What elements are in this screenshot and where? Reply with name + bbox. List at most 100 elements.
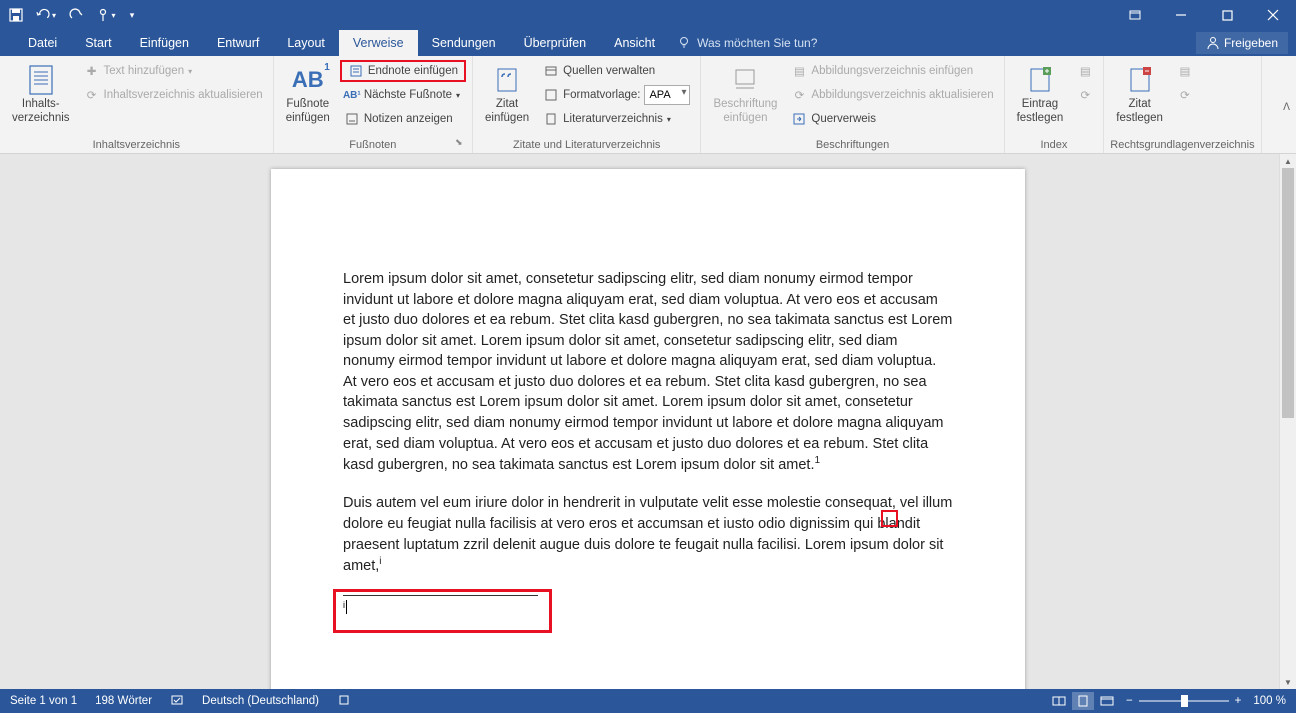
add-text-icon: ✚ [84, 63, 100, 79]
titlebar: ▾ ▾ ▾ [0, 0, 1296, 30]
insert-caption-label: Beschriftung einfügen [713, 98, 777, 126]
show-notes-button[interactable]: Notizen anzeigen [340, 108, 466, 130]
qat-customize-button[interactable]: ▾ [126, 5, 138, 25]
ribbon-display-button[interactable] [1112, 0, 1158, 30]
toc-icon [25, 64, 57, 96]
word-count[interactable]: 198 Wörter [95, 695, 152, 707]
tell-me-search[interactable]: Was möchten Sie tun? [677, 30, 817, 56]
paragraph-1[interactable]: Lorem ipsum dolor sit amet, consetetur s… [343, 269, 953, 475]
tab-sendungen[interactable]: Sendungen [418, 30, 510, 56]
tab-layout[interactable]: Layout [273, 30, 339, 56]
zoom-out-button[interactable]: − [1126, 695, 1133, 707]
highlight-endnote-ref [881, 510, 898, 527]
citation-style-select[interactable]: APA [644, 85, 690, 105]
crossref-button[interactable]: Querverweis [787, 108, 997, 130]
insert-tof-button[interactable]: ▤Abbildungsverzeichnis einfügen [787, 60, 997, 82]
share-label: Freigeben [1224, 36, 1278, 50]
insert-endnote-button[interactable]: Endnote einfügen [340, 60, 466, 82]
insert-citation-label: Zitat einfügen [485, 98, 529, 126]
add-text-button[interactable]: ✚Text hinzufügen ▾ [80, 60, 267, 82]
menubar: Datei Start Einfügen Entwurf Layout Verw… [0, 30, 1296, 56]
macro-button[interactable] [337, 693, 351, 710]
tab-einfuegen[interactable]: Einfügen [126, 30, 203, 56]
tab-start[interactable]: Start [71, 30, 125, 56]
citation-style-row: Formatvorlage: APA [539, 84, 694, 106]
redo-button[interactable] [66, 5, 86, 25]
quick-access-toolbar: ▾ ▾ ▾ [6, 5, 138, 25]
tab-entwurf[interactable]: Entwurf [203, 30, 273, 56]
group-toa-label: Rechtsgrundlagenverzeichnis [1110, 137, 1254, 153]
read-mode-button[interactable] [1048, 692, 1070, 710]
group-captions-label: Beschriftungen [707, 137, 997, 153]
undo-button[interactable]: ▾ [36, 5, 56, 25]
group-toc: Inhalts- verzeichnis ✚Text hinzufügen ▾ … [0, 56, 274, 153]
zoom-in-button[interactable]: + [1235, 695, 1242, 707]
toc-button[interactable]: Inhalts- verzeichnis [6, 60, 76, 130]
page-indicator[interactable]: Seite 1 von 1 [10, 695, 77, 707]
bibliography-button[interactable]: Literaturverzeichnis ▾ [539, 108, 694, 130]
manage-sources-button[interactable]: Quellen verwalten [539, 60, 694, 82]
zoom-level[interactable]: 100 % [1253, 695, 1286, 707]
update-toc-button[interactable]: ⟳Inhaltsverzeichnis aktualisieren [80, 84, 267, 106]
group-footnotes-label: Fußnoten [280, 137, 466, 153]
tab-ansicht[interactable]: Ansicht [600, 30, 669, 56]
language-indicator[interactable]: Deutsch (Deutschland) [202, 695, 319, 707]
proofing-button[interactable] [170, 693, 184, 710]
share-button[interactable]: Freigeben [1196, 32, 1288, 54]
minimize-button[interactable] [1158, 0, 1204, 30]
footnote-icon: AB1 [292, 64, 324, 96]
group-footnotes: AB1 Fußnote einfügen Endnote einfügen AB… [274, 56, 473, 153]
zoom-controls: − + 100 % [1126, 695, 1286, 707]
insert-footnote-button[interactable]: AB1 Fußnote einfügen [280, 60, 336, 130]
collapse-ribbon-button[interactable]: ᐱ [1283, 102, 1290, 113]
caption-icon [729, 64, 761, 96]
endnote-ref-i[interactable]: i [379, 556, 381, 567]
group-captions: Beschriftung einfügen ▤Abbildungsverzeic… [701, 56, 1004, 153]
close-button[interactable] [1250, 0, 1296, 30]
paragraph-2[interactable]: Duis autem vel eum iriure dolor in hendr… [343, 493, 953, 576]
print-layout-button[interactable] [1072, 692, 1094, 710]
maximize-button[interactable] [1204, 0, 1250, 30]
vertical-scrollbar[interactable]: ▲ ▼ [1279, 154, 1296, 689]
update-tof-icon: ⟳ [791, 87, 807, 103]
scroll-down-button[interactable]: ▼ [1280, 675, 1296, 689]
save-button[interactable] [6, 5, 26, 25]
insert-caption-button[interactable]: Beschriftung einfügen [707, 60, 783, 130]
update-index-button[interactable]: ⟳ [1073, 84, 1097, 106]
insert-toa-button[interactable]: ▤ [1173, 60, 1197, 82]
tab-verweise[interactable]: Verweise [339, 30, 418, 56]
web-layout-button[interactable] [1096, 692, 1118, 710]
toa-icon [1124, 64, 1156, 96]
tab-ueberpruefen[interactable]: Überprüfen [510, 30, 601, 56]
group-toc-label: Inhaltsverzeichnis [6, 137, 267, 153]
zoom-slider-thumb[interactable] [1181, 695, 1188, 707]
next-footnote-icon: AB¹ [344, 87, 360, 103]
insert-footnote-label: Fußnote einfügen [286, 98, 330, 126]
update-toa-button[interactable]: ⟳ [1173, 84, 1197, 106]
group-index-label: Index [1011, 137, 1098, 153]
footnotes-launcher[interactable]: ⬊ [455, 137, 469, 151]
touch-mode-button[interactable]: ▾ [96, 5, 116, 25]
mark-entry-button[interactable]: Eintrag festlegen [1011, 60, 1070, 130]
statusbar: Seite 1 von 1 198 Wörter Deutsch (Deutsc… [0, 689, 1296, 713]
update-icon: ⟳ [84, 87, 100, 103]
document-area[interactable]: Lorem ipsum dolor sit amet, consetetur s… [0, 154, 1279, 689]
mark-citation-label: Zitat festlegen [1116, 98, 1163, 126]
group-index: Eintrag festlegen ▤ ⟳ Index [1005, 56, 1105, 153]
update-tof-button[interactable]: ⟳Abbildungsverzeichnis aktualisieren [787, 84, 997, 106]
insert-index-button[interactable]: ▤ [1073, 60, 1097, 82]
insert-citation-button[interactable]: Zitat einfügen [479, 60, 535, 130]
scroll-up-button[interactable]: ▲ [1280, 154, 1296, 168]
scroll-thumb[interactable] [1282, 168, 1294, 418]
footnote-ref-1[interactable]: 1 [814, 455, 820, 466]
toc-label: Inhalts- verzeichnis [12, 98, 70, 126]
show-notes-icon [344, 111, 360, 127]
next-footnote-button[interactable]: AB¹Nächste Fußnote ▾ [340, 84, 466, 106]
mark-citation-button[interactable]: Zitat festlegen [1110, 60, 1169, 130]
page[interactable]: Lorem ipsum dolor sit amet, consetetur s… [271, 169, 1025, 689]
crossref-icon [791, 111, 807, 127]
zoom-slider[interactable] [1139, 700, 1229, 702]
tab-datei[interactable]: Datei [14, 30, 71, 56]
person-icon [1206, 36, 1220, 50]
index-icon [1024, 64, 1056, 96]
